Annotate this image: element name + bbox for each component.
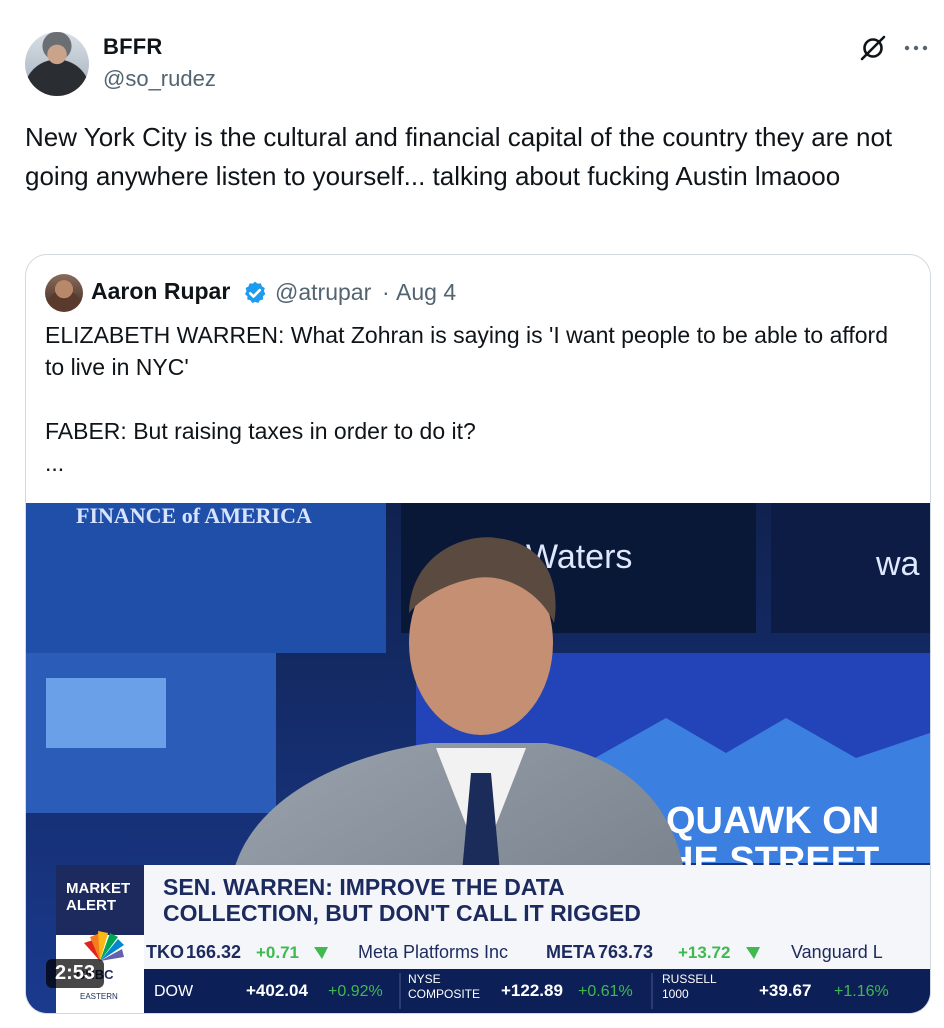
nyse-label-1: NYSE: [408, 972, 441, 986]
ticker-item1-price: 166.32: [186, 942, 241, 962]
video-player[interactable]: FINANCE of AMERICA Waters wa QUAWK ON HE…: [26, 503, 930, 1013]
verified-badge-icon: [245, 281, 266, 303]
author-avatar[interactable]: [25, 32, 89, 96]
ticker-item3-name: Vanguard L: [791, 942, 883, 962]
ticker-item2-symbol: META: [546, 942, 596, 962]
author-handle[interactable]: @so_rudez: [103, 66, 216, 92]
ticker-item2-name: Meta Platforms Inc: [358, 942, 508, 962]
russell-label-2: 1000: [662, 987, 689, 1001]
ticker-item2-price: 763.73: [598, 942, 653, 962]
quoted-author-handle[interactable]: @atrupar: [275, 279, 371, 306]
video-duration-badge[interactable]: 2:53: [46, 959, 105, 988]
russell-pct: +1.16%: [834, 983, 889, 1000]
quoted-author-name[interactable]: Aaron Rupar: [91, 278, 230, 305]
nyse-value: +122.89: [501, 981, 563, 1000]
ticker-item2-change: +13.72: [678, 943, 730, 962]
grok-icon[interactable]: [858, 33, 888, 63]
quoted-author-avatar[interactable]: [45, 274, 83, 312]
alert-label-1: MARKET: [66, 880, 130, 897]
ticker-item1-change: +0.71: [256, 943, 299, 962]
russell-value: +39.67: [759, 981, 811, 1000]
nyse-label-2: COMPOSITE: [408, 987, 480, 1001]
wall-brand-2: wa: [875, 545, 920, 583]
post-text: New York City is the cultural and financ…: [25, 122, 893, 191]
headline-line-1: SEN. WARREN: IMPROVE THE DATA: [163, 874, 565, 900]
quoted-post-date[interactable]: Aug 4: [396, 279, 456, 306]
ticker-item1-name: TKO: [146, 942, 184, 962]
dow-pct: +0.92%: [328, 983, 383, 1000]
network-sub-text: EASTERN: [80, 992, 118, 1001]
nyse-pct: +0.61%: [578, 983, 633, 1000]
video-frame: FINANCE of AMERICA Waters wa QUAWK ON HE…: [26, 503, 930, 1013]
russell-label-1: RUSSELL: [662, 972, 717, 986]
alert-label-2: ALERT: [66, 897, 116, 914]
quoted-post-text: ELIZABETH WARREN: What Zohran is saying …: [45, 322, 888, 476]
dow-value: +402.04: [246, 981, 308, 1000]
author-display-name[interactable]: BFFR: [103, 34, 162, 60]
quoted-post-card[interactable]: Aaron Rupar @atrupar · Aug 4 ELIZABETH W…: [25, 254, 931, 1014]
headline-line-2: COLLECTION, BUT DON'T CALL IT RIGGED: [163, 900, 641, 926]
show-title-1: QUAWK ON: [666, 800, 879, 842]
wall-sign: FINANCE of AMERICA: [76, 503, 312, 528]
dow-label: DOW: [154, 983, 194, 1000]
meta-separator: ·: [382, 279, 390, 305]
more-options-icon[interactable]: [902, 36, 930, 60]
